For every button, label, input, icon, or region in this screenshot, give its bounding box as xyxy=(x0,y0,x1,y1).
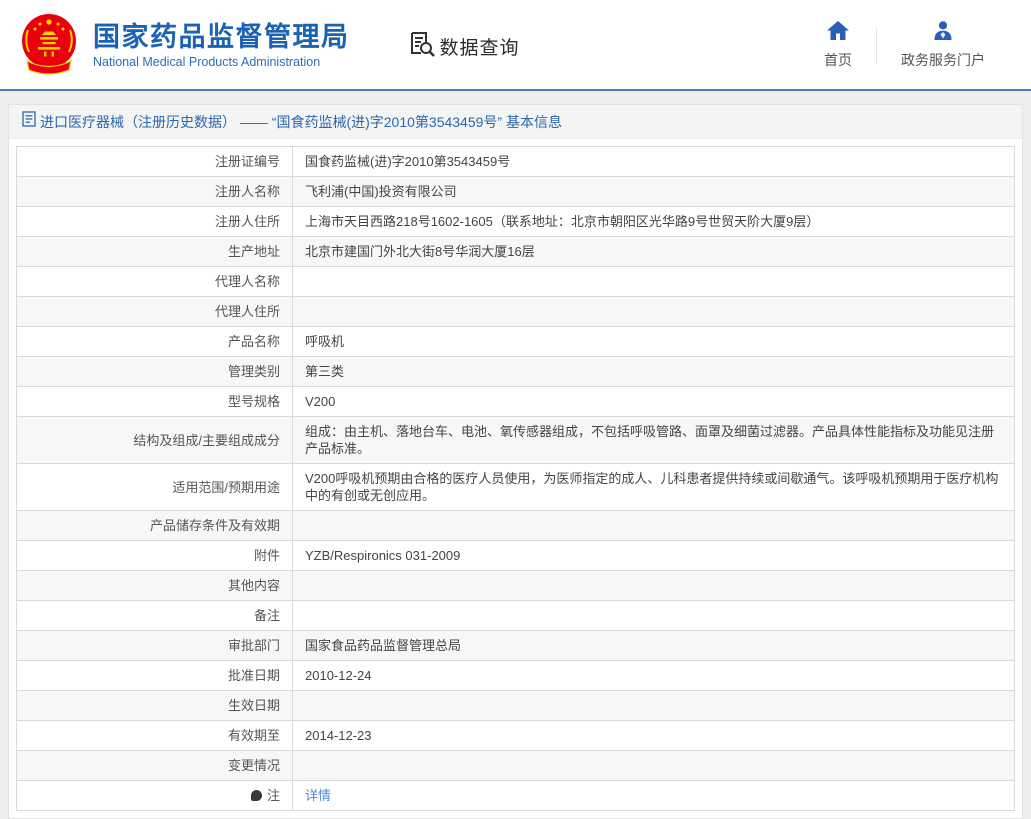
table-row: 注册证编号 国食药监械(进)字2010第3543459号 xyxy=(17,147,1015,177)
row-value: 详情 xyxy=(293,781,1015,811)
table-row: 注 详情 xyxy=(17,781,1015,811)
row-value: 第三类 xyxy=(293,357,1015,387)
table-row: 生产地址 北京市建国门外北大街8号华润大厦16层 xyxy=(17,237,1015,267)
row-value xyxy=(293,511,1015,541)
info-table: 注册证编号 国食药监械(进)字2010第3543459号 注册人名称 飞利浦(中… xyxy=(16,146,1015,811)
row-value: 飞利浦(中国)投资有限公司 xyxy=(293,177,1015,207)
row-value: V200 xyxy=(293,387,1015,417)
nav-service-portal[interactable]: 政务服务门户 xyxy=(877,21,1009,70)
row-value: 国家食品药品监督管理总局 xyxy=(293,631,1015,661)
row-value xyxy=(293,267,1015,297)
row-label: 注册人名称 xyxy=(17,177,293,207)
breadcrumb: 进口医疗器械（注册历史数据） —— “国食药监械(进)字2010第3543459… xyxy=(9,105,1022,139)
table-row: 附件 YZB/Respironics 031-2009 xyxy=(17,541,1015,571)
row-label: 其他内容 xyxy=(17,571,293,601)
row-label: 有效期至 xyxy=(17,721,293,751)
row-label: 变更情况 xyxy=(17,751,293,781)
table-row: 代理人住所 xyxy=(17,297,1015,327)
org-name-cn: 国家药品监督管理局 xyxy=(93,22,350,52)
row-label: 生效日期 xyxy=(17,691,293,721)
detail-link[interactable]: 详情 xyxy=(305,788,331,803)
table-row: 注册人名称 飞利浦(中国)投资有限公司 xyxy=(17,177,1015,207)
main-content: 进口医疗器械（注册历史数据） —— “国食药监械(进)字2010第3543459… xyxy=(0,91,1031,819)
table-row: 有效期至 2014-12-23 xyxy=(17,721,1015,751)
site-header: 国家药品监督管理局 National Medical Products Admi… xyxy=(0,0,1031,91)
table-row: 其他内容 xyxy=(17,571,1015,601)
table-row: 产品名称 呼吸机 xyxy=(17,327,1015,357)
table-row: 型号规格 V200 xyxy=(17,387,1015,417)
row-value xyxy=(293,601,1015,631)
row-label: 管理类别 xyxy=(17,357,293,387)
national-emblem-logo-icon xyxy=(18,12,80,78)
table-row: 管理类别 第三类 xyxy=(17,357,1015,387)
row-label: 注册人住所 xyxy=(17,207,293,237)
row-label: 批准日期 xyxy=(17,661,293,691)
row-label: 附件 xyxy=(17,541,293,571)
top-nav: 首页 政务服务门户 xyxy=(800,21,1009,70)
data-query-label: 数据查询 xyxy=(440,33,520,60)
row-label: 注 xyxy=(17,781,293,811)
row-value: 北京市建国门外北大街8号华润大厦16层 xyxy=(293,237,1015,267)
row-value: V200呼吸机预期由合格的医疗人员使用，为医师指定的成人、儿科患者提供持续或间歇… xyxy=(293,464,1015,511)
info-table-body: 注册证编号 国食药监械(进)字2010第3543459号 注册人名称 飞利浦(中… xyxy=(17,147,1015,811)
row-value xyxy=(293,571,1015,601)
row-value: 组成：由主机、落地台车、电池、氧传感器组成，不包括呼吸管路、面罩及细菌过滤器。产… xyxy=(293,417,1015,464)
person-icon xyxy=(932,21,954,45)
row-label: 适用范围/预期用途 xyxy=(17,464,293,511)
row-value xyxy=(293,751,1015,781)
table-row: 适用范围/预期用途 V200呼吸机预期由合格的医疗人员使用，为医师指定的成人、儿… xyxy=(17,464,1015,511)
row-value: 2010-12-24 xyxy=(293,661,1015,691)
row-label: 产品储存条件及有效期 xyxy=(17,511,293,541)
row-value: 上海市天目西路218号1602-1605（联系地址：北京市朝阳区光华路9号世贸天… xyxy=(293,207,1015,237)
home-icon xyxy=(827,21,849,45)
row-label: 备注 xyxy=(17,601,293,631)
row-label: 型号规格 xyxy=(17,387,293,417)
row-value: YZB/Respironics 031-2009 xyxy=(293,541,1015,571)
table-row: 产品储存条件及有效期 xyxy=(17,511,1015,541)
org-name-en: National Medical Products Administration xyxy=(93,55,350,69)
table-row: 审批部门 国家食品药品监督管理总局 xyxy=(17,631,1015,661)
row-label: 审批部门 xyxy=(17,631,293,661)
table-row: 备注 xyxy=(17,601,1015,631)
table-row: 生效日期 xyxy=(17,691,1015,721)
brand[interactable]: 国家药品监督管理局 National Medical Products Admi… xyxy=(18,12,350,78)
row-value: 呼吸机 xyxy=(293,327,1015,357)
nav-home[interactable]: 首页 xyxy=(800,21,876,70)
row-label: 生产地址 xyxy=(17,237,293,267)
row-value xyxy=(293,691,1015,721)
row-label: 产品名称 xyxy=(17,327,293,357)
row-value xyxy=(293,297,1015,327)
table-row: 批准日期 2010-12-24 xyxy=(17,661,1015,691)
page-title: 进口医疗器械（注册历史数据） —— “国食药监械(进)字2010第3543459… xyxy=(40,112,562,132)
row-label: 结构及组成/主要组成成分 xyxy=(17,417,293,464)
row-value: 国食药监械(进)字2010第3543459号 xyxy=(293,147,1015,177)
note-icon xyxy=(251,790,262,801)
row-label: 代理人住所 xyxy=(17,297,293,327)
nav-home-label: 首页 xyxy=(824,50,852,70)
table-row: 注册人住所 上海市天目西路218号1602-1605（联系地址：北京市朝阳区光华… xyxy=(17,207,1015,237)
table-row: 结构及组成/主要组成成分 组成：由主机、落地台车、电池、氧传感器组成，不包括呼吸… xyxy=(17,417,1015,464)
table-row: 代理人名称 xyxy=(17,267,1015,297)
nav-service-portal-label: 政务服务门户 xyxy=(901,50,985,70)
row-label: 代理人名称 xyxy=(17,267,293,297)
data-query-section: 数据查询 xyxy=(408,30,520,63)
table-row: 变更情况 xyxy=(17,751,1015,781)
row-label: 注册证编号 xyxy=(17,147,293,177)
data-query-icon xyxy=(408,30,435,63)
document-icon xyxy=(22,111,36,132)
row-value: 2014-12-23 xyxy=(293,721,1015,751)
info-panel: 进口医疗器械（注册历史数据） —— “国食药监械(进)字2010第3543459… xyxy=(8,104,1023,819)
